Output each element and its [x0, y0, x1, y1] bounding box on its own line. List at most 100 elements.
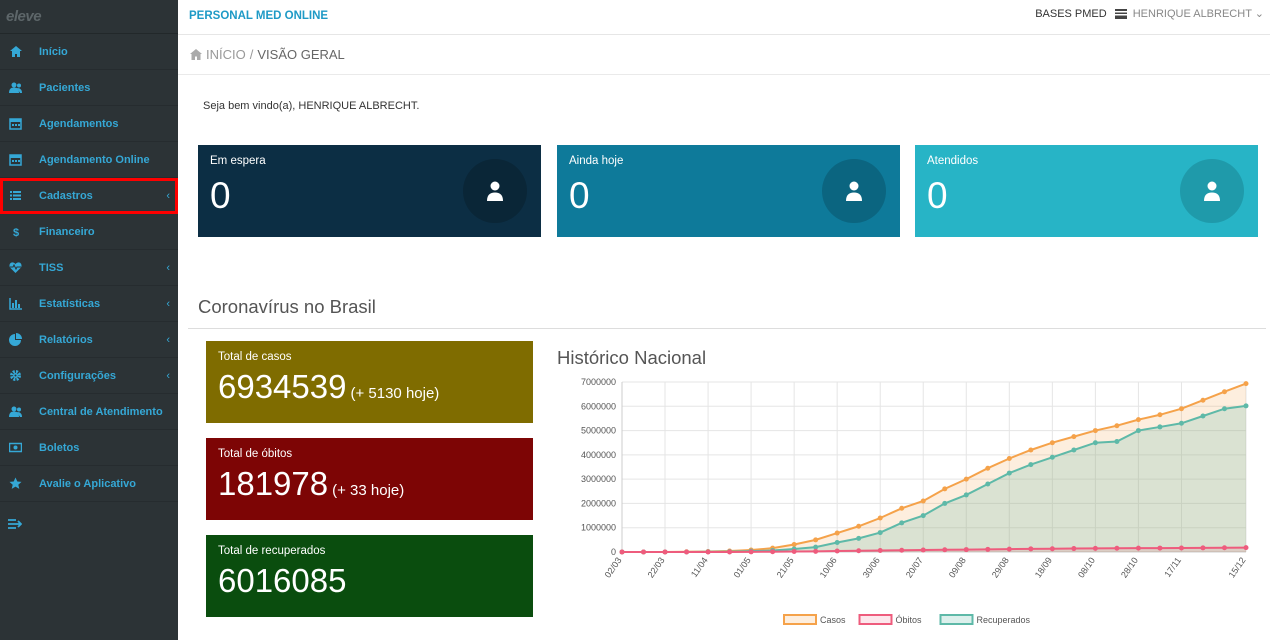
data-point — [920, 547, 926, 553]
data-point — [942, 500, 948, 506]
user-name: HENRIQUE ALBRECHT — [1132, 8, 1252, 20]
brand-title[interactable]: PERSONAL MED ONLINE — [189, 10, 328, 22]
welcome-message: Seja bem vindo(a), HENRIQUE ALBRECHT. — [203, 100, 420, 112]
data-point — [877, 530, 883, 536]
collapse-sidebar-button[interactable] — [0, 502, 178, 546]
stat-label: Em espera — [210, 155, 266, 167]
data-point — [1221, 406, 1227, 412]
data-point — [985, 465, 991, 471]
x-tick-label: 21/05 — [775, 555, 796, 579]
stat-value: 0 — [210, 175, 231, 216]
box-value-line: 181978 (+ 33 hoje) — [218, 465, 404, 503]
sidebar-item-estatisticas[interactable]: Estatísticas ‹ — [0, 286, 178, 322]
y-tick-label: 3000000 — [581, 474, 616, 484]
data-point — [813, 537, 819, 543]
data-point — [619, 549, 625, 555]
sidebar-item-label: Cadastros — [39, 189, 93, 202]
data-point — [1114, 545, 1120, 551]
covid-section-title: Coronavírus no Brasil — [198, 296, 376, 317]
sidebar-item-cadastros[interactable]: Cadastros ‹ — [0, 178, 178, 214]
users-icon — [0, 405, 30, 418]
x-tick-label: 20/07 — [904, 555, 925, 579]
data-point — [1178, 545, 1184, 551]
breadcrumb-current: VISÃO GERAL — [257, 47, 345, 62]
users-icon — [0, 81, 30, 94]
stat-card-em-espera[interactable]: Em espera 0 — [198, 145, 541, 237]
legend-swatch — [858, 614, 893, 625]
box-value: 181978 — [218, 465, 329, 502]
data-point — [899, 520, 905, 526]
user-area: BASES PMED HENRIQUE ALBRECHT ⌄ — [1035, 7, 1264, 21]
data-point — [1221, 389, 1227, 395]
data-point — [899, 505, 905, 511]
y-tick-label: 5000000 — [581, 426, 616, 436]
y-tick-label: 1000000 — [581, 523, 616, 533]
sidebar-item-inicio[interactable]: Início — [0, 34, 178, 70]
sidebar-item-configuracoes[interactable]: Configurações ‹ — [0, 358, 178, 394]
user-menu[interactable]: HENRIQUE ALBRECHT ⌄ — [1133, 7, 1264, 20]
stat-card-atendidos[interactable]: Atendidos 0 — [915, 145, 1258, 237]
data-point — [1178, 406, 1184, 412]
logo[interactable]: eleve — [0, 0, 178, 34]
data-point — [1006, 546, 1012, 552]
box-value-line: 6016085 — [218, 562, 350, 600]
data-point — [1200, 397, 1206, 403]
data-point — [942, 486, 948, 492]
data-point — [834, 530, 840, 536]
sidebar-item-agendamento-online[interactable]: Agendamento Online — [0, 142, 178, 178]
data-point — [727, 549, 733, 555]
x-tick-label: 01/05 — [732, 555, 753, 579]
box-value-line: 6934539 (+ 5130 hoje) — [218, 368, 439, 406]
legend-swatch — [783, 614, 817, 625]
sidebar-item-label: Boletos — [39, 441, 80, 454]
sidebar-item-central-de-atendimento[interactable]: Central de Atendimento — [0, 394, 178, 430]
x-tick-label: 02/03 — [603, 555, 624, 579]
sidebar-item-avalie-o-aplicativo[interactable]: Avalie o Aplicativo — [0, 466, 178, 502]
sidebar-item-relatorios[interactable]: Relatórios ‹ — [0, 322, 178, 358]
sidebar-item-agendamentos[interactable]: Agendamentos — [0, 106, 178, 142]
data-point — [920, 498, 926, 504]
box-today: (+ 33 hoje) — [332, 482, 405, 499]
data-point — [856, 523, 862, 529]
calendar-icon — [0, 153, 30, 166]
data-point — [1200, 545, 1206, 551]
x-tick-label: 17/11 — [1162, 555, 1183, 579]
data-point — [856, 535, 862, 541]
breadcrumb-separator: / — [249, 47, 254, 62]
user-icon — [487, 181, 503, 201]
sidebar: eleve Início Pacientes Agendamentos Agendam… — [0, 0, 178, 640]
breadcrumb: INÍCIO / VISÃO GERAL — [178, 35, 1270, 75]
data-point — [1157, 412, 1163, 418]
user-icon — [1204, 181, 1220, 201]
data-point — [985, 481, 991, 487]
home-icon — [190, 49, 202, 60]
data-point — [963, 476, 969, 482]
data-point — [1006, 456, 1012, 461]
data-point — [1135, 417, 1141, 423]
heartbeat-icon — [0, 261, 30, 274]
logo-text: eleve — [6, 8, 42, 25]
breadcrumb-home[interactable]: INÍCIO — [206, 47, 246, 62]
data-point — [1114, 423, 1120, 429]
data-point — [1157, 424, 1163, 430]
box-label: Total de recuperados — [218, 545, 326, 557]
data-point — [705, 549, 711, 555]
money-icon — [0, 441, 30, 454]
data-point — [963, 492, 969, 498]
data-point — [770, 549, 776, 555]
dollar-icon: $ — [0, 225, 30, 238]
bases-label[interactable]: BASES PMED — [1035, 8, 1107, 20]
box-value: 6934539 — [218, 368, 347, 405]
data-point — [1243, 545, 1249, 551]
sidebar-item-tiss[interactable]: TISS ‹ — [0, 250, 178, 286]
sidebar-item-boletos[interactable]: Boletos — [0, 430, 178, 466]
sidebar-item-label: Relatórios — [39, 333, 93, 346]
stat-label: Atendidos — [927, 155, 979, 167]
data-point — [791, 541, 797, 547]
sidebar-item-financeiro[interactable]: $ Financeiro — [0, 214, 178, 250]
x-tick-label: 22/03 — [646, 555, 667, 579]
home-icon — [0, 45, 30, 58]
data-point — [1092, 428, 1098, 434]
sidebar-item-pacientes[interactable]: Pacientes — [0, 70, 178, 106]
stat-card-ainda-hoje[interactable]: Ainda hoje 0 — [557, 145, 900, 237]
